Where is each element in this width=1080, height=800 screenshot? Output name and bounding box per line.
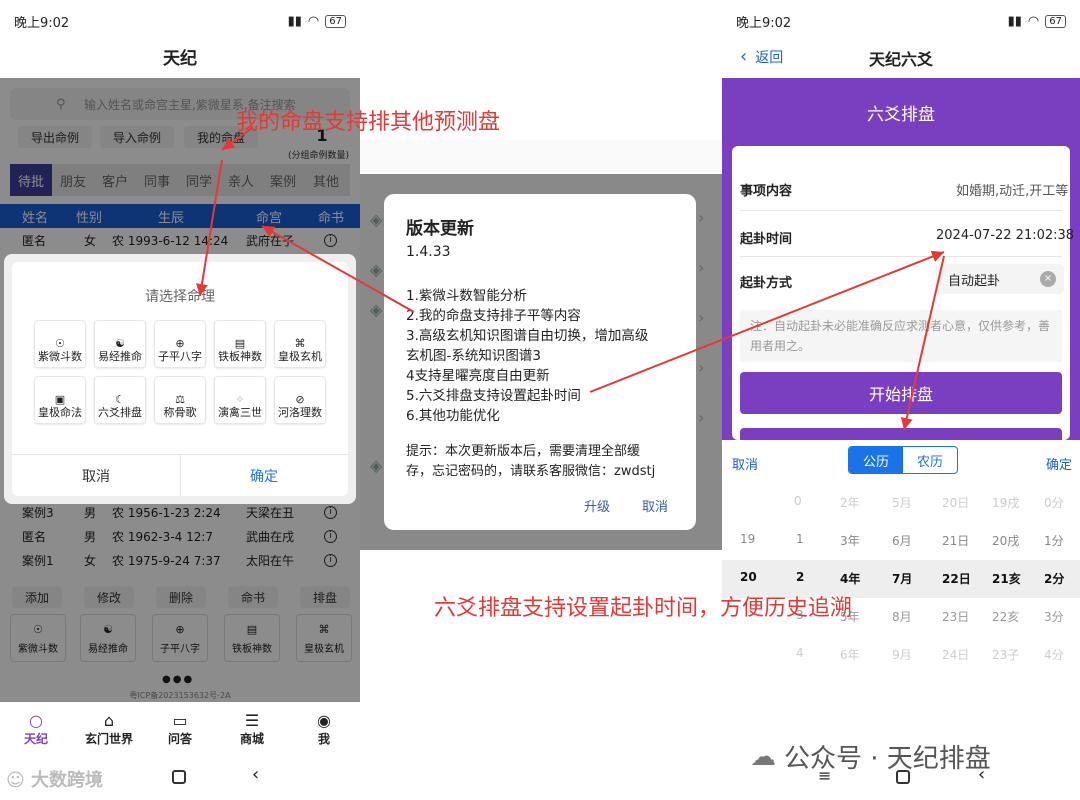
arrow-to-my-chart xyxy=(221,127,253,151)
annotation-arrows xyxy=(195,127,945,431)
arrow-to-picker xyxy=(900,255,945,431)
arrow-update-to-time xyxy=(589,250,945,393)
arrow-to-dialog xyxy=(195,159,223,297)
stage: 晚上9:02 ▮▮ ◠ 67 天纪 ⚲ 输入姓名或命宫主星,紫微星系,备注搜索 … xyxy=(0,0,1080,800)
arrow-update-to-chart xyxy=(261,225,415,313)
